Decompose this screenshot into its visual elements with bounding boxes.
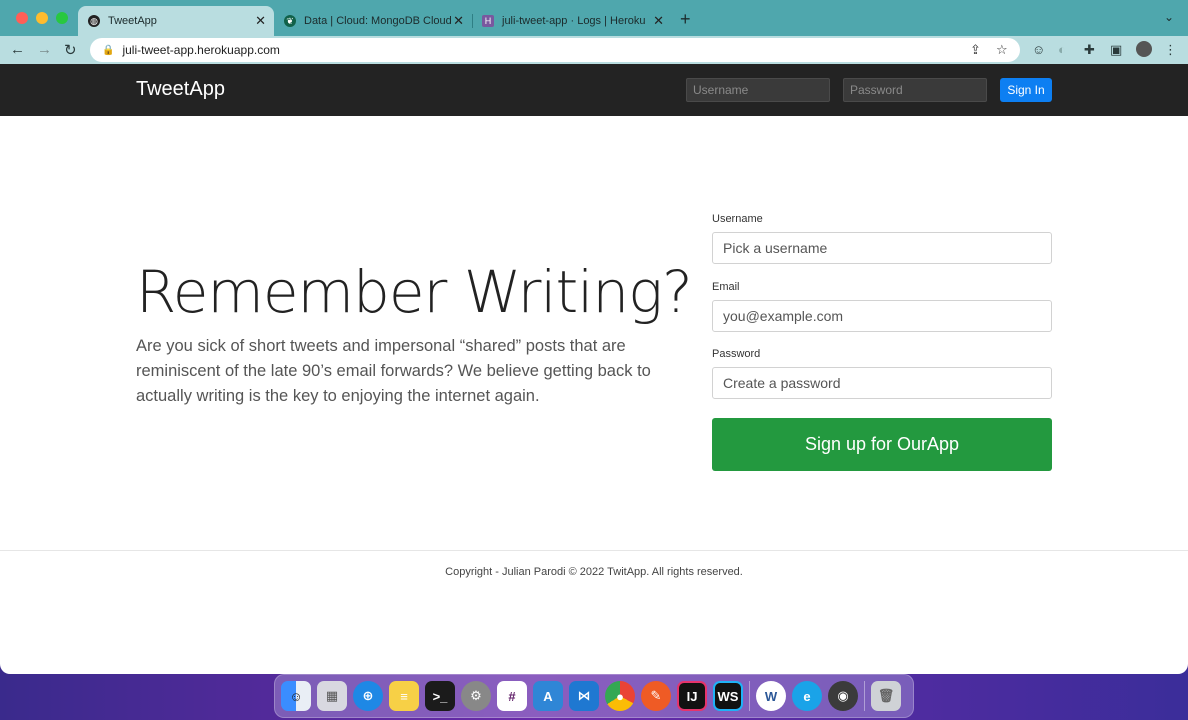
heroku-icon: H bbox=[482, 15, 494, 27]
forward-arrow-icon[interactable]: → bbox=[37, 41, 52, 58]
profile-avatar[interactable] bbox=[1136, 41, 1152, 57]
tab-tweetapp[interactable]: ◍ TweetApp ✕ bbox=[78, 6, 274, 36]
username-input[interactable] bbox=[712, 232, 1052, 264]
globe-icon: ◍ bbox=[88, 15, 100, 27]
finder-icon[interactable]: ☺ bbox=[281, 681, 311, 711]
close-tab-icon[interactable]: ✕ bbox=[453, 13, 464, 29]
bookmark-star-icon[interactable]: ☆ bbox=[996, 42, 1008, 58]
username-label: Username bbox=[712, 213, 763, 225]
window-controls bbox=[16, 12, 68, 24]
browser-window: ◍ TweetApp ✕ ❦ Data | Cloud: MongoDB Clo… bbox=[0, 0, 1188, 674]
footer-copyright: Copyright - Julian Parodi © 2022 TwitApp… bbox=[445, 566, 743, 578]
chrome-icon[interactable]: ● bbox=[605, 681, 635, 711]
side-panel-icon[interactable]: ▣ bbox=[1110, 42, 1122, 58]
close-window-button[interactable] bbox=[16, 12, 28, 24]
extension-emoji-icon[interactable]: ☺ bbox=[1032, 42, 1045, 57]
trash-icon[interactable]: 🗑 bbox=[871, 681, 901, 711]
address-bar[interactable]: 🔒 juli-tweet-app.herokuapp.com ⇪ ☆ bbox=[90, 38, 1020, 62]
site-header: TweetApp Sign In bbox=[0, 64, 1188, 116]
tab-title: juli-tweet-app · Logs | Heroku bbox=[502, 15, 646, 27]
tab-mongodb[interactable]: ❦ Data | Cloud: MongoDB Cloud ✕ bbox=[274, 6, 472, 36]
tab-heroku[interactable]: H juli-tweet-app · Logs | Heroku ✕ bbox=[472, 6, 672, 36]
launchpad-icon[interactable]: ▦ bbox=[317, 681, 347, 711]
header-username-input[interactable] bbox=[686, 78, 830, 102]
quicktime-icon[interactable]: ◉ bbox=[828, 681, 858, 711]
reload-icon[interactable]: ↻ bbox=[64, 41, 77, 59]
hero-description: Are you sick of short tweets and imperso… bbox=[136, 337, 651, 405]
close-tab-icon[interactable]: ✕ bbox=[255, 13, 266, 29]
tab-title: Data | Cloud: MongoDB Cloud bbox=[304, 15, 452, 27]
minimize-window-button[interactable] bbox=[36, 12, 48, 24]
browser-toolbar: ← → ↻ 🔒 juli-tweet-app.herokuapp.com ⇪ ☆… bbox=[0, 36, 1188, 64]
browser-menu-icon[interactable]: ⋮ bbox=[1164, 42, 1177, 58]
slack-icon[interactable]: # bbox=[497, 681, 527, 711]
macos-dock: ☺ ▦ ⊕ ≡ >_ ⚙ # A ⋈ ● ✎ IJ WS W e ◉ 🗑 bbox=[274, 674, 914, 718]
word-icon[interactable]: W bbox=[756, 681, 786, 711]
dock-separator bbox=[864, 681, 865, 711]
notes-icon[interactable]: ≡ bbox=[389, 681, 419, 711]
fullscreen-window-button[interactable] bbox=[56, 12, 68, 24]
sign-in-button[interactable]: Sign In bbox=[1000, 78, 1052, 102]
lock-icon: 🔒 bbox=[102, 44, 115, 56]
tab-search-chevron-icon[interactable]: ⌄ bbox=[1164, 10, 1174, 24]
footer-divider bbox=[0, 550, 1188, 551]
email-label: Email bbox=[712, 281, 740, 293]
webstorm-icon[interactable]: WS bbox=[713, 681, 743, 711]
edge-icon[interactable]: e bbox=[792, 681, 822, 711]
system-preferences-icon[interactable]: ⚙ bbox=[461, 681, 491, 711]
appstore-icon[interactable]: A bbox=[533, 681, 563, 711]
header-password-input[interactable] bbox=[843, 78, 987, 102]
hero-title: Remember Writing? bbox=[136, 258, 693, 326]
browser-tab-bar: ◍ TweetApp ✕ ❦ Data | Cloud: MongoDB Clo… bbox=[0, 0, 1188, 36]
email-input[interactable] bbox=[712, 300, 1052, 332]
back-arrow-icon[interactable]: ← bbox=[10, 41, 25, 58]
url-text: juli-tweet-app.herokuapp.com bbox=[122, 43, 280, 57]
mongodb-leaf-icon: ❦ bbox=[284, 15, 296, 27]
password-label: Password bbox=[712, 348, 761, 360]
sign-up-button[interactable]: Sign up for OurApp bbox=[712, 418, 1052, 471]
safari-icon[interactable]: ⊕ bbox=[353, 681, 383, 711]
password-input[interactable] bbox=[712, 367, 1052, 399]
new-tab-icon[interactable]: + bbox=[680, 9, 691, 30]
dock-separator bbox=[749, 681, 750, 711]
terminal-icon[interactable]: >_ bbox=[425, 681, 455, 711]
tab-title: TweetApp bbox=[108, 15, 157, 27]
extensions-puzzle-icon[interactable]: ✚ bbox=[1084, 42, 1095, 58]
site-brand[interactable]: TweetApp bbox=[136, 78, 225, 101]
vscode-icon[interactable]: ⋈ bbox=[569, 681, 599, 711]
postman-icon[interactable]: ✎ bbox=[641, 681, 671, 711]
extension-grammarly-icon[interactable]: ◐ bbox=[1058, 42, 1066, 57]
close-tab-icon[interactable]: ✕ bbox=[653, 13, 664, 29]
share-icon[interactable]: ⇪ bbox=[970, 42, 981, 58]
intellij-icon[interactable]: IJ bbox=[677, 681, 707, 711]
